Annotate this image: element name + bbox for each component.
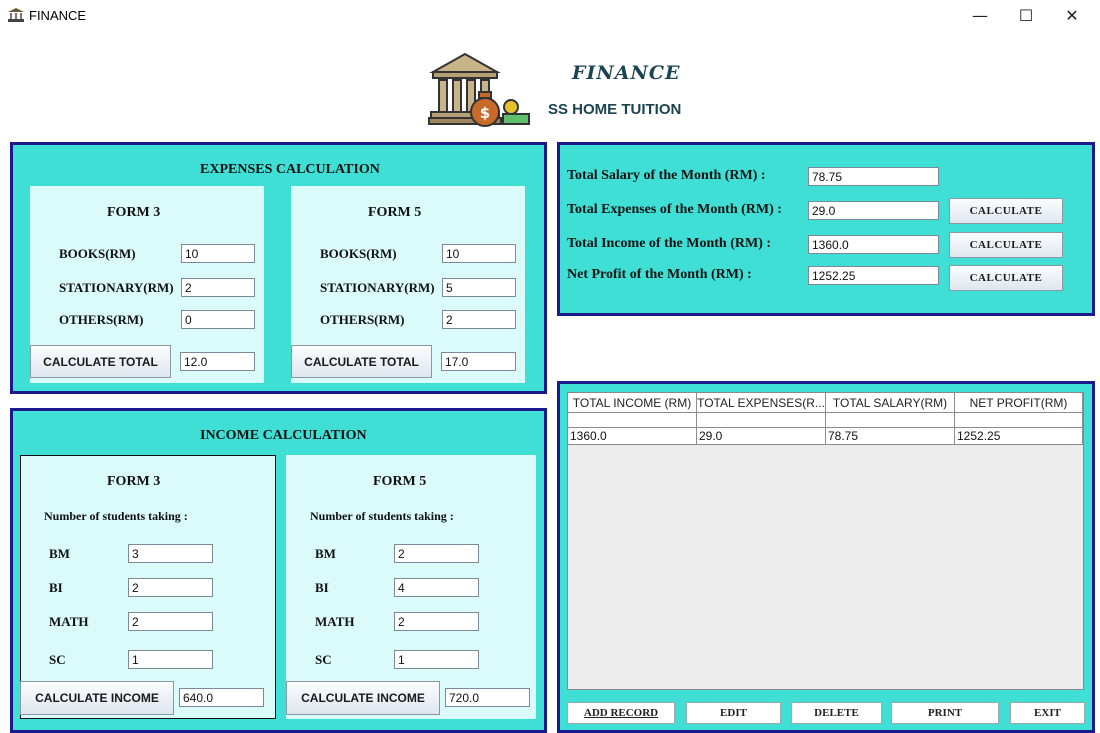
income-form5-bm-field[interactable]: 2 xyxy=(394,544,479,563)
table-cell-total-salary[interactable]: 78.75 xyxy=(826,428,955,445)
expenses-form5-others-field[interactable]: 2 xyxy=(442,310,516,329)
income-form3-title: FORM 3 xyxy=(107,474,161,489)
maximize-button[interactable]: ☐ xyxy=(1003,0,1049,31)
profit-field[interactable]: 1252.25 xyxy=(808,266,939,285)
income-form5-calculate-button[interactable]: CALCULATE INCOME xyxy=(286,681,440,715)
expenses-form3-books-label: BOOKS(RM) xyxy=(59,246,136,261)
expenses-form3-books-field[interactable]: 10 xyxy=(181,244,255,263)
table-cell-net-profit[interactable]: 1252.25 xyxy=(955,428,1083,445)
income-form5-bi-field[interactable]: 4 xyxy=(394,578,479,597)
table-cell-empty[interactable] xyxy=(568,413,697,428)
app-title: FINANCE xyxy=(572,62,681,84)
column-header-total-income[interactable]: TOTAL INCOME (RM) xyxy=(568,393,697,413)
income-form5-subtitle: Number of students taking : xyxy=(310,509,454,523)
expenses-form5-calculate-button[interactable]: CALCULATE TOTAL xyxy=(291,345,432,378)
income-form5-bi-label: BI xyxy=(315,580,329,595)
column-header-net-profit[interactable]: NET PROFIT(RM) xyxy=(955,393,1083,413)
expenses-form3-title: FORM 3 xyxy=(107,205,161,220)
income-form3-sc-field[interactable]: 1 xyxy=(128,650,213,669)
table-cell-empty[interactable] xyxy=(697,413,826,428)
income-form3-sc-label: SC xyxy=(49,652,66,667)
app-subtitle: SS HOME TUITION xyxy=(548,101,682,118)
table-cell-total-expenses[interactable]: 29.0 xyxy=(697,428,826,445)
table-cell-empty[interactable] xyxy=(826,413,955,428)
delete-button[interactable]: DELETE xyxy=(791,702,882,724)
income-form5-title: FORM 5 xyxy=(373,474,427,489)
close-icon: ✕ xyxy=(1065,6,1079,25)
calculate-expenses-button[interactable]: CALCULATE xyxy=(949,198,1063,224)
expenses-form5-total-field[interactable]: 17.0 xyxy=(441,352,516,371)
table-cell-empty[interactable] xyxy=(955,413,1083,428)
income-total-field[interactable]: 1360.0 xyxy=(808,235,939,254)
expenses-form3-calculate-button[interactable]: CALCULATE TOTAL xyxy=(30,345,171,378)
income-form5-math-field[interactable]: 2 xyxy=(394,612,479,631)
bank-money-icon: $ xyxy=(427,52,531,133)
expenses-form5-others-label: OTHERS(RM) xyxy=(320,312,405,327)
calculate-profit-button[interactable]: CALCULATE xyxy=(949,265,1063,291)
expenses-form3-stationary-label: STATIONARY(RM) xyxy=(59,280,174,295)
edit-button[interactable]: EDIT xyxy=(686,702,781,724)
expenses-form5-stationary-field[interactable]: 5 xyxy=(442,278,516,297)
column-header-total-expenses[interactable]: TOTAL EXPENSES(R... xyxy=(697,393,826,413)
income-form3-subtitle: Number of students taking : xyxy=(44,509,188,523)
expenses-form3-total-field[interactable]: 12.0 xyxy=(180,352,255,371)
minimize-icon: — xyxy=(972,6,988,25)
income-form5-total-field[interactable]: 720.0 xyxy=(445,688,530,707)
expenses-form5-title: FORM 5 xyxy=(368,205,422,220)
income-form3-math-label: MATH xyxy=(49,614,89,629)
title-bar xyxy=(0,0,1100,31)
exit-button[interactable]: EXIT xyxy=(1010,702,1085,724)
expenses-form3-others-label: OTHERS(RM) xyxy=(59,312,144,327)
profit-label: Net Profit of the Month (RM) : xyxy=(567,267,752,282)
income-form5-sc-label: SC xyxy=(315,652,332,667)
print-button[interactable]: PRINT xyxy=(891,702,999,724)
salary-label: Total Salary of the Month (RM) : xyxy=(567,168,766,183)
expenses-title: EXPENSES CALCULATION xyxy=(200,162,380,177)
income-total-label: Total Income of the Month (RM) : xyxy=(567,236,772,251)
calculate-income-button[interactable]: CALCULATE xyxy=(949,232,1063,258)
income-form5-bm-label: BM xyxy=(315,546,336,561)
table-cell-total-income[interactable]: 1360.0 xyxy=(568,428,697,445)
income-form5-math-label: MATH xyxy=(315,614,355,629)
income-form3-calculate-button[interactable]: CALCULATE INCOME xyxy=(20,681,174,715)
income-form3-math-field[interactable]: 2 xyxy=(128,612,213,631)
svg-text:$: $ xyxy=(480,104,490,122)
expenses-form3-others-field[interactable]: 0 xyxy=(181,310,255,329)
column-header-total-salary[interactable]: TOTAL SALARY(RM) xyxy=(826,393,955,413)
income-title: INCOME CALCULATION xyxy=(200,428,367,443)
expenses-total-field[interactable]: 29.0 xyxy=(808,201,939,220)
income-form5-sc-field[interactable]: 1 xyxy=(394,650,479,669)
expenses-form5-books-label: BOOKS(RM) xyxy=(320,246,397,261)
income-form3-bi-field[interactable]: 2 xyxy=(128,578,213,597)
expenses-form5-books-field[interactable]: 10 xyxy=(442,244,516,263)
income-form3-bm-field[interactable]: 3 xyxy=(128,544,213,563)
expenses-form3-stationary-field[interactable]: 2 xyxy=(181,278,255,297)
app-icon xyxy=(8,8,24,22)
close-button[interactable]: ✕ xyxy=(1049,0,1095,31)
minimize-button[interactable]: — xyxy=(957,0,1003,31)
maximize-icon: ☐ xyxy=(1018,6,1034,25)
income-form3-bm-label: BM xyxy=(49,546,70,561)
income-form3-bi-label: BI xyxy=(49,580,63,595)
expenses-total-label: Total Expenses of the Month (RM) : xyxy=(567,202,782,217)
window-title: FINANCE xyxy=(29,8,87,23)
income-form3-total-field[interactable]: 640.0 xyxy=(179,688,264,707)
add-record-button[interactable]: ADD RECORD xyxy=(567,702,675,724)
salary-field[interactable]: 78.75 xyxy=(808,167,939,186)
expenses-form5-stationary-label: STATIONARY(RM) xyxy=(320,280,435,295)
